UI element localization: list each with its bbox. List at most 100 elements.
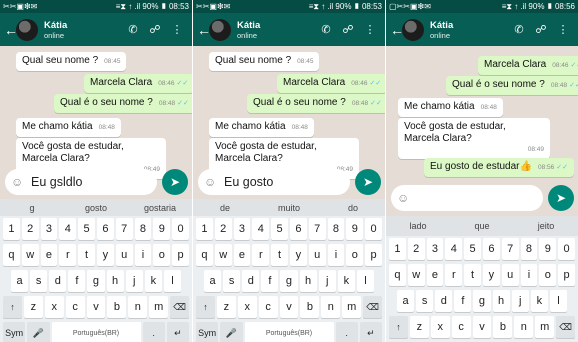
- key-char[interactable]: v: [279, 296, 299, 318]
- key-char[interactable]: b: [107, 296, 127, 318]
- key-char[interactable]: g: [87, 270, 105, 292]
- key-char[interactable]: a: [204, 270, 222, 292]
- back-arrow-icon[interactable]: ←: [197, 22, 211, 38]
- key-char[interactable]: 2: [214, 218, 232, 240]
- key-char[interactable]: 1: [3, 218, 20, 240]
- back-arrow-icon[interactable]: ←: [390, 22, 404, 38]
- avatar[interactable]: [209, 18, 231, 41]
- key-char[interactable]: u: [501, 264, 519, 286]
- key-char[interactable]: 4: [59, 218, 77, 240]
- key-char[interactable]: 6: [289, 218, 307, 240]
- message-outgoing[interactable]: Eu gosto de estudar👍 08:56 ✓✓: [424, 158, 574, 177]
- key-char[interactable]: d: [49, 270, 67, 292]
- key-char[interactable]: 9: [153, 218, 171, 240]
- key-char[interactable]: u: [308, 244, 326, 266]
- key-char[interactable]: y: [96, 244, 114, 266]
- key-char[interactable]: t: [464, 264, 481, 286]
- key-char[interactable]: a: [11, 270, 29, 292]
- key-char[interactable]: l: [163, 270, 181, 292]
- key-char[interactable]: 0: [558, 238, 575, 260]
- key-char[interactable]: l: [549, 290, 567, 312]
- key-char[interactable]: x: [237, 296, 257, 318]
- key-char[interactable]: b: [300, 296, 320, 318]
- key-char[interactable]: 8: [327, 218, 345, 240]
- key-char[interactable]: k: [337, 270, 355, 292]
- key-char[interactable]: h: [106, 270, 124, 292]
- key-char[interactable]: 1: [389, 238, 406, 260]
- key-char[interactable]: i: [327, 244, 345, 266]
- key-char[interactable]: n: [514, 316, 534, 338]
- message-incoming[interactable]: Qual seu nome ? 08:45: [16, 52, 127, 71]
- key-char[interactable]: r: [59, 244, 77, 266]
- key-char[interactable]: 3: [233, 218, 251, 240]
- key-char[interactable]: d: [435, 290, 453, 312]
- key-char[interactable]: h: [299, 270, 317, 292]
- key-char[interactable]: y: [482, 264, 500, 286]
- suggestion-item[interactable]: muito: [257, 203, 321, 213]
- more-menu-icon[interactable]: ⋮: [552, 23, 574, 36]
- contact-info[interactable]: Kátia online: [237, 20, 315, 40]
- key-char[interactable]: 5: [78, 218, 95, 240]
- key-char[interactable]: v: [472, 316, 492, 338]
- key-char[interactable]: z: [23, 296, 43, 318]
- key-char[interactable]: 8: [520, 238, 538, 260]
- key-char[interactable]: ↵: [166, 322, 189, 342]
- attach-icon[interactable]: ☍: [337, 23, 359, 36]
- message-outgoing[interactable]: Qual é o seu nome ? 08:48✓✓: [54, 94, 192, 113]
- avatar[interactable]: [402, 18, 424, 41]
- emoji-icon[interactable]: ☺: [204, 175, 220, 189]
- key-char[interactable]: 8: [134, 218, 152, 240]
- key-char[interactable]: s: [416, 290, 434, 312]
- call-icon[interactable]: ✆: [508, 23, 530, 36]
- key-char[interactable]: b: [493, 316, 513, 338]
- key-char[interactable]: y: [289, 244, 307, 266]
- key-char[interactable]: p: [365, 244, 382, 266]
- key-char[interactable]: d: [242, 270, 260, 292]
- key-char[interactable]: ↑: [389, 316, 408, 338]
- contact-info[interactable]: Kátia online: [430, 20, 508, 40]
- key-char[interactable]: z: [216, 296, 236, 318]
- key-char[interactable]: g: [280, 270, 298, 292]
- key-char[interactable]: r: [252, 244, 270, 266]
- back-arrow-icon[interactable]: ←: [4, 22, 18, 38]
- key-char[interactable]: .: [142, 322, 165, 342]
- key-char[interactable]: k: [144, 270, 162, 292]
- key-sym[interactable]: Sym: [3, 322, 26, 342]
- key-char[interactable]: 2: [21, 218, 39, 240]
- key-char[interactable]: x: [430, 316, 450, 338]
- key-char[interactable]: 4: [445, 238, 463, 260]
- contact-info[interactable]: Kátia online: [44, 20, 122, 40]
- emoji-icon[interactable]: ☺: [11, 175, 27, 189]
- key-char[interactable]: 7: [501, 238, 519, 260]
- key-char[interactable]: 2: [407, 238, 425, 260]
- message-input[interactable]: ☺: [391, 185, 543, 211]
- key-char[interactable]: g: [473, 290, 491, 312]
- emoji-icon[interactable]: ☺: [397, 191, 413, 205]
- message-input[interactable]: ☺ Eu gosto: [198, 169, 350, 195]
- key-char[interactable]: j: [125, 270, 143, 292]
- key-char[interactable]: j: [511, 290, 529, 312]
- key-char[interactable]: ⌫: [363, 296, 383, 318]
- call-icon[interactable]: ✆: [122, 23, 144, 36]
- message-outgoing[interactable]: Marcela Clara 08:46✓✓: [277, 74, 385, 93]
- key-char[interactable]: 5: [464, 238, 481, 260]
- message-input[interactable]: ☺ Eu gsldlo: [5, 169, 157, 195]
- send-button[interactable]: ➤: [355, 169, 381, 195]
- key-char[interactable]: w: [407, 264, 425, 286]
- key-char[interactable]: 3: [40, 218, 58, 240]
- key-char[interactable]: p: [172, 244, 189, 266]
- key-char[interactable]: f: [454, 290, 472, 312]
- suggestion-item[interactable]: g: [0, 203, 64, 213]
- send-button[interactable]: ➤: [162, 169, 188, 195]
- key-char[interactable]: n: [321, 296, 341, 318]
- key-char[interactable]: ⌫: [556, 316, 576, 338]
- key-char[interactable]: 9: [346, 218, 364, 240]
- key-char[interactable]: o: [539, 264, 557, 286]
- key-char[interactable]: i: [520, 264, 538, 286]
- message-outgoing[interactable]: Marcela Clara 08:46✓✓: [478, 56, 578, 75]
- more-menu-icon[interactable]: ⋮: [166, 23, 188, 36]
- key-char[interactable]: w: [21, 244, 39, 266]
- attach-icon[interactable]: ☍: [144, 23, 166, 36]
- message-incoming[interactable]: Qual seu nome ? 08:45: [209, 52, 320, 71]
- message-incoming[interactable]: Você gosta de estudar, Marcela Clara? 08…: [398, 118, 550, 159]
